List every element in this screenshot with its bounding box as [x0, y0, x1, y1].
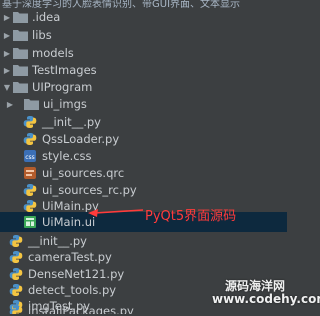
chevron-right-icon[interactable]: ▶ — [5, 94, 15, 114]
tree-item-label: installPackages.py — [28, 304, 134, 314]
tree-item-label: QssLoader.py — [42, 132, 120, 146]
tree-item-label: UiMain.ui — [42, 215, 96, 229]
folder-icon — [12, 28, 28, 42]
watermark-url: www.codehy.com — [212, 292, 320, 306]
tree-item-label: detect_tools.py — [28, 283, 117, 297]
tree-item-label: UIProgram — [32, 80, 93, 94]
tree-item-label: .idea — [32, 10, 61, 24]
tree-item-label: models — [32, 46, 74, 60]
tree-item-label: libs — [32, 28, 52, 42]
python-file-icon — [8, 250, 24, 264]
python-file-icon — [22, 183, 38, 197]
folder-icon — [12, 80, 28, 94]
tree-item-libs[interactable]: ▶ libs — [0, 25, 287, 45]
python-file-icon — [8, 267, 24, 281]
tree-item-idea[interactable]: ▶ .idea — [0, 7, 287, 27]
ui-file-icon — [22, 215, 38, 229]
tree-item-ui-imgs[interactable]: ▶ ui_imgs — [0, 94, 287, 114]
folder-icon — [12, 63, 28, 77]
python-file-icon — [8, 234, 24, 248]
svg-text:css: css — [25, 154, 35, 161]
chevron-right-icon[interactable]: ▶ — [2, 7, 12, 27]
annotation-text: PyQt5界面源码 — [145, 209, 237, 224]
tree-item-label: TestImages — [32, 63, 97, 77]
folder-icon — [12, 10, 28, 24]
python-file-icon — [22, 199, 38, 213]
folder-icon — [23, 97, 39, 111]
tree-item-label: __init__.py — [28, 234, 87, 248]
python-file-icon — [8, 304, 24, 314]
tree-item-label: DenseNet121.py — [28, 267, 125, 281]
css-file-icon: css — [22, 149, 38, 163]
chevron-right-icon[interactable]: ▶ — [2, 25, 12, 45]
python-file-icon — [22, 115, 38, 129]
tree-item-label: __init__.py — [42, 115, 101, 129]
tree-item-uimain-ui[interactable]: UiMain.ui — [0, 212, 287, 232]
tree-item-label: ui_sources.qrc — [42, 166, 125, 180]
python-file-icon — [8, 283, 24, 297]
tree-item-label: style.css — [42, 149, 92, 163]
tree-item-label: ui_sources_rc.py — [42, 183, 137, 197]
folder-icon — [12, 46, 28, 60]
tree-item-label: ui_imgs — [43, 97, 87, 111]
tree-item-label: cameraTest.py — [28, 250, 112, 264]
tree-item-label: UiMain.py — [42, 199, 99, 213]
qrc-file-icon — [22, 166, 38, 180]
python-file-icon — [22, 132, 38, 146]
